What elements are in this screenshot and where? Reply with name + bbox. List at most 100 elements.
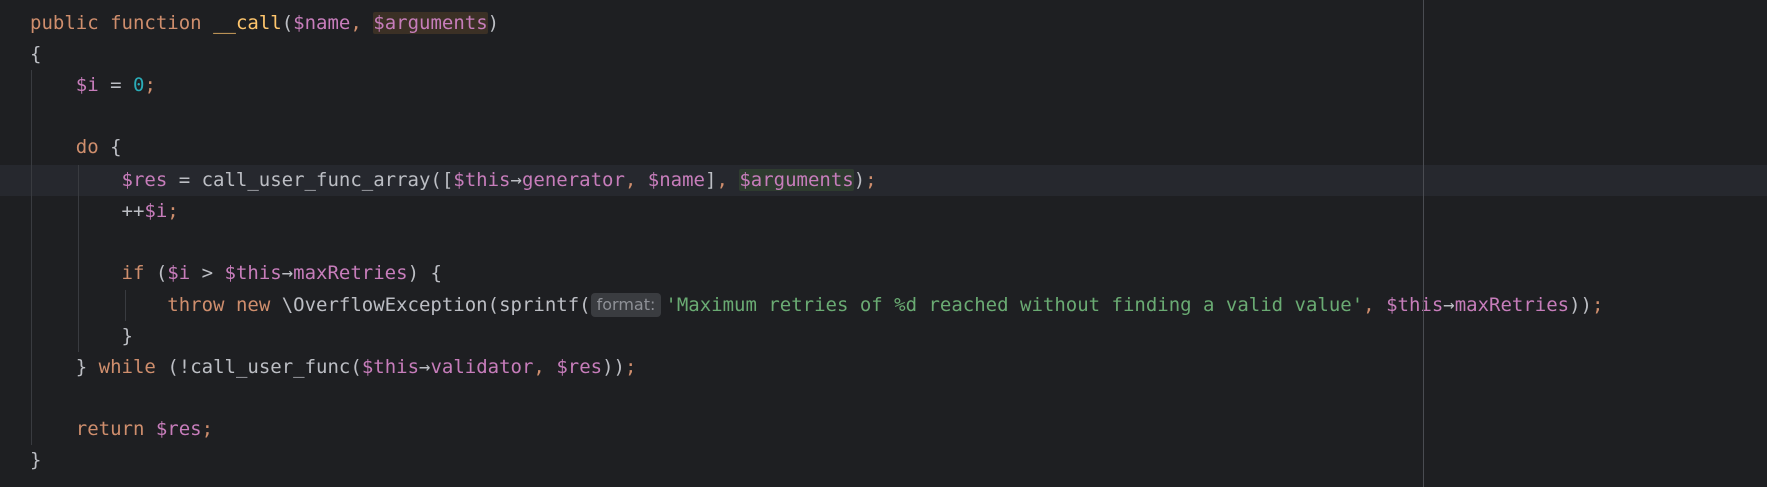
code-token: >	[190, 262, 225, 284]
code-line[interactable]: $i = 0;	[0, 70, 1767, 101]
code-token: =	[167, 169, 202, 191]
indent-guide	[125, 290, 126, 321]
code-text: {	[30, 39, 41, 70]
code-line[interactable]: return $res;	[0, 414, 1767, 445]
code-token: ;	[865, 169, 877, 191]
code-line[interactable]: throw new \OverflowException(sprintf(for…	[0, 290, 1767, 321]
code-line[interactable]: }	[0, 321, 1767, 352]
code-token: ,	[1363, 294, 1387, 316]
code-token: $i	[75, 74, 99, 96]
code-token: }	[121, 325, 133, 347]
code-token: __call	[213, 12, 282, 34]
code-token: }	[30, 449, 42, 471]
code-token: ;	[624, 356, 637, 378]
code-token: generator	[521, 169, 625, 191]
code-text: do {	[30, 132, 122, 163]
code-line[interactable]: do {	[0, 132, 1767, 163]
code-token: (	[487, 294, 500, 316]
code-token: if	[121, 262, 145, 284]
code-token: sprintf	[499, 294, 580, 316]
current-code-line[interactable]: $res = call_user_func_array([$this→gener…	[0, 165, 1767, 196]
code-token: (	[144, 262, 168, 284]
code-text: }	[30, 321, 133, 352]
code-token: $arguments	[373, 12, 488, 34]
code-line[interactable]: ++$i;	[0, 196, 1767, 227]
code-token: →	[419, 356, 431, 378]
code-token: new	[235, 294, 271, 316]
code-token: $i	[144, 200, 168, 222]
code-token: ) {	[407, 262, 442, 284]
code-token: ,	[716, 169, 740, 191]
code-token: $res	[556, 356, 603, 378]
code-line[interactable]: public function __call($name, $arguments…	[0, 8, 1767, 39]
code-token: (	[281, 12, 294, 34]
code-token: (!	[155, 356, 191, 378]
code-token: maxRetries	[293, 262, 408, 284]
code-token: ;	[1592, 294, 1604, 316]
code-token: (	[579, 294, 591, 316]
code-line[interactable]: }	[0, 445, 1767, 476]
code-line[interactable]: } while (!call_user_func($this→validator…	[0, 352, 1767, 383]
code-token: ;	[144, 74, 156, 96]
code-text: public function __call($name, $arguments…	[30, 8, 499, 39]
code-token: →	[510, 169, 522, 191]
code-token: {	[98, 136, 122, 158]
code-token: \OverflowException	[281, 294, 488, 316]
right-margin-guide	[1423, 0, 1424, 487]
parameter-hint: format:	[590, 293, 662, 317]
code-token: return	[75, 418, 145, 440]
code-token: $i	[167, 262, 191, 284]
code-text: if ($i > $this→maxRetries) {	[30, 258, 442, 289]
code-text: $res = call_user_func_array([$this→gener…	[30, 165, 877, 196]
code-token: ))	[1569, 294, 1592, 316]
code-token: call_user_func_array	[201, 169, 431, 191]
code-token: )	[487, 12, 500, 34]
code-token: )	[853, 169, 866, 191]
code-token: ++	[121, 200, 145, 222]
code-line[interactable]	[0, 101, 1767, 132]
code-text: ++$i;	[30, 196, 179, 227]
code-text: $i = 0;	[30, 70, 156, 101]
indent-guide	[31, 70, 32, 445]
code-token: $name	[647, 169, 705, 191]
code-token: ,	[533, 356, 557, 378]
code-token: ([	[430, 169, 454, 191]
code-line[interactable]: {	[0, 39, 1767, 70]
code-token: function	[110, 12, 202, 34]
code-token: $arguments	[739, 169, 854, 191]
code-token: $res	[155, 418, 202, 440]
code-token: do	[75, 136, 99, 158]
code-token: throw	[167, 294, 225, 316]
code-token: {	[30, 43, 42, 65]
code-editor[interactable]: public function __call($name, $arguments…	[0, 0, 1767, 487]
code-token: validator	[430, 356, 534, 378]
code-token: while	[98, 356, 156, 378]
code-line[interactable]	[0, 227, 1767, 258]
indent-guide	[78, 165, 79, 352]
code-token: maxRetries	[1454, 294, 1570, 316]
code-token: $this	[453, 169, 511, 191]
code-token: $this	[361, 356, 420, 378]
code-token: ;	[167, 200, 179, 222]
code-line[interactable]	[0, 383, 1767, 414]
code-token: →	[1443, 294, 1455, 316]
code-token: call_user_func	[190, 356, 351, 378]
code-token: $this	[224, 262, 282, 284]
code-token: ]	[704, 169, 717, 191]
code-token: ;	[201, 418, 214, 440]
code-line[interactable]: if ($i > $this→maxRetries) {	[0, 258, 1767, 289]
